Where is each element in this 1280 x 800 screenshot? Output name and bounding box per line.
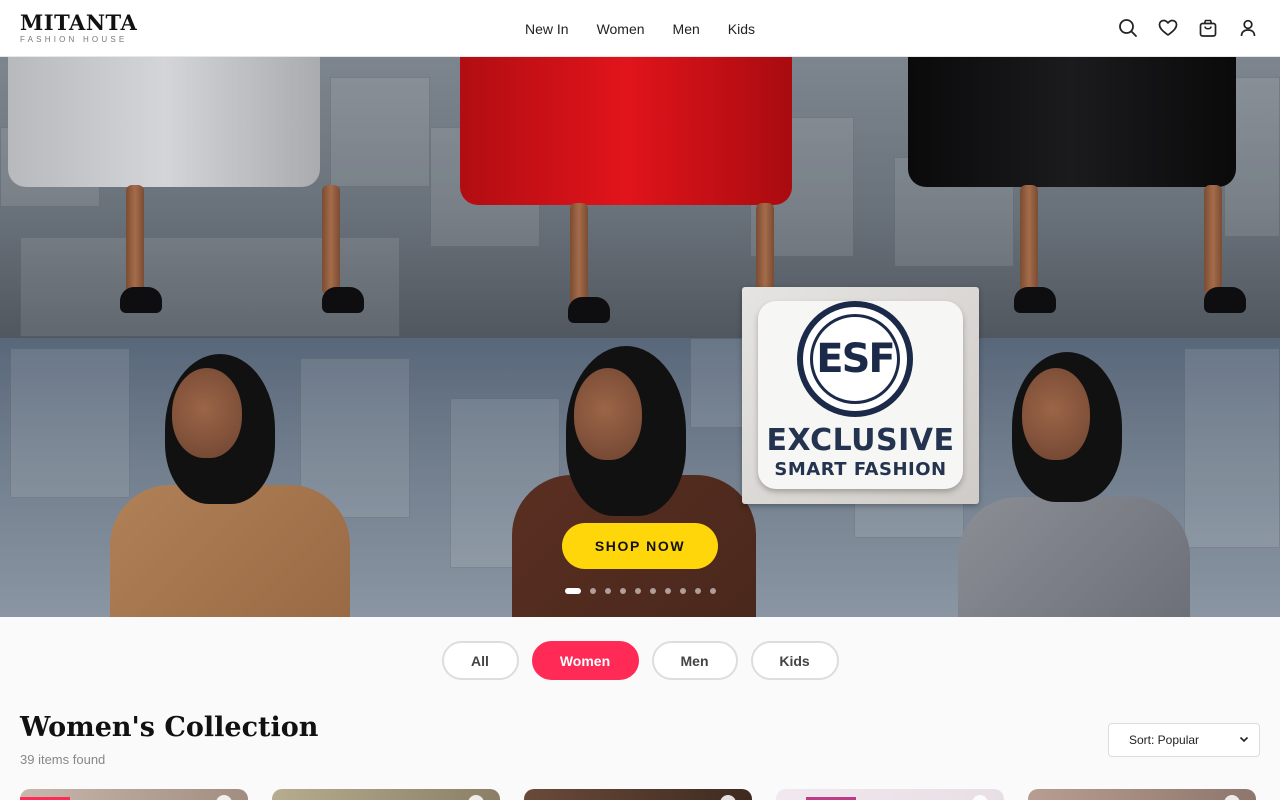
product-card[interactable] (1028, 789, 1256, 800)
product-card[interactable] (272, 789, 500, 800)
nav-men[interactable]: Men (673, 21, 700, 37)
shop-now-button[interactable]: SHOP NOW (562, 523, 718, 569)
badge-title: EXCLUSIVE (766, 423, 955, 458)
sort-select[interactable]: Sort: Popular (1108, 723, 1260, 757)
carousel-dot[interactable] (604, 588, 611, 594)
filter-men[interactable]: Men (651, 641, 738, 680)
badge-monogram: ESF (810, 314, 900, 404)
carousel-dot[interactable] (694, 588, 701, 594)
hero-banner[interactable]: ESF EXCLUSIVE SMART FASHION SHOP NOW (0, 57, 1280, 617)
nav-new-in[interactable]: New In (525, 21, 569, 37)
carousel-dot[interactable] (664, 588, 671, 594)
carousel-dot[interactable] (649, 588, 656, 594)
collection-title: Women's Collection (20, 712, 319, 743)
item-count: 39 items found (20, 752, 106, 767)
product-card[interactable] (524, 789, 752, 800)
site-header: MITANTA FASHION HOUSE New In Women Men K… (0, 0, 1280, 57)
carousel-dot[interactable] (709, 588, 716, 594)
header-actions (1116, 16, 1260, 40)
carousel-indicators (0, 588, 1280, 594)
brand-name: MITANTA (20, 10, 138, 35)
user-icon[interactable] (1236, 16, 1260, 40)
nav-kids[interactable]: Kids (728, 21, 755, 37)
product-grid (20, 789, 1260, 800)
hero-promo-badge: ESF EXCLUSIVE SMART FASHION (742, 287, 979, 504)
brand-logo[interactable]: MITANTA FASHION HOUSE (20, 12, 137, 45)
carousel-dot[interactable] (619, 588, 626, 594)
heart-icon[interactable] (468, 795, 484, 800)
carousel-dot[interactable] (564, 588, 581, 594)
search-icon[interactable] (1116, 16, 1140, 40)
bag-icon[interactable] (1196, 16, 1220, 40)
sort-value: Sort: Popular (1129, 733, 1200, 747)
carousel-dot[interactable] (679, 588, 686, 594)
heart-icon[interactable] (216, 795, 232, 800)
nav-women[interactable]: Women (597, 21, 645, 37)
category-filters: All Women Men Kids (0, 641, 1280, 680)
brand-tagline: FASHION HOUSE (20, 35, 128, 44)
product-card[interactable] (20, 789, 248, 800)
badge-logo: ESF (797, 301, 913, 417)
badge-subtitle: SMART FASHION (774, 459, 947, 480)
hero-photo-grey-coat (0, 57, 430, 617)
filter-women[interactable]: Women (531, 641, 639, 680)
heart-icon[interactable] (1224, 795, 1240, 800)
heart-icon[interactable] (720, 795, 736, 800)
main-nav: New In Women Men Kids (0, 0, 1280, 57)
carousel-dot[interactable] (589, 588, 596, 594)
heart-icon[interactable] (972, 795, 988, 800)
product-card[interactable] (776, 789, 1004, 800)
carousel-dot[interactable] (634, 588, 641, 594)
chevron-down-icon (1239, 733, 1249, 747)
heart-icon[interactable] (1156, 16, 1180, 40)
filter-all[interactable]: All (441, 641, 519, 680)
filter-kids[interactable]: Kids (750, 641, 839, 680)
